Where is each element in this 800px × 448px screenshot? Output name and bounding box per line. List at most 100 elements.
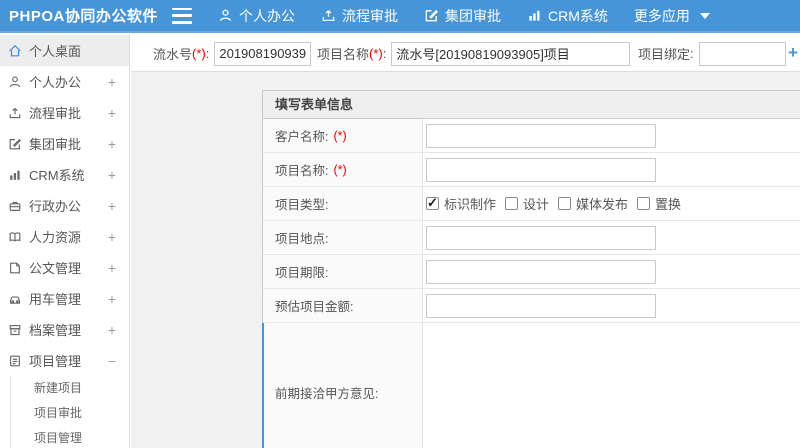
- submenu-item-new-project[interactable]: 新建项目: [11, 376, 129, 401]
- expand-toggle[interactable]: +: [108, 198, 116, 214]
- user-icon: [9, 76, 21, 87]
- car-icon: [10, 296, 20, 304]
- sidebar-item-official-docs[interactable]: 公文管理 +: [0, 252, 129, 283]
- upload-icon: [322, 10, 335, 22]
- caret-down-icon: [699, 12, 710, 19]
- project-name-field: 项目名称 (*):: [317, 35, 631, 72]
- expand-toggle[interactable]: +: [108, 260, 116, 276]
- sidebar-item-personal-office[interactable]: 个人办公 +: [0, 66, 129, 97]
- field-label: 项目期限:: [275, 266, 329, 280]
- nav-group-approval[interactable]: 集团审批: [424, 6, 501, 26]
- briefcase-icon: [9, 201, 21, 211]
- nav-label: 个人办公: [239, 7, 295, 24]
- bar-chart-icon: [529, 10, 540, 21]
- hamburger-menu-icon[interactable]: [172, 7, 192, 24]
- sidebar-item-project-mgmt[interactable]: 项目管理 −: [0, 345, 129, 376]
- checkbox-label: 媒体发布: [576, 197, 629, 212]
- form-row-estimated-amount: 预估项目金额:: [263, 289, 800, 323]
- user-icon: [219, 9, 232, 21]
- sidebar-item-crm-system[interactable]: CRM系统 +: [0, 159, 129, 190]
- sidebar-item-label: 档案管理: [29, 323, 82, 338]
- sidebar-item-workflow-approval[interactable]: 流程审批 +: [0, 97, 129, 128]
- form-section-title: 填写表单信息: [263, 91, 800, 119]
- sidebar-item-human-resources[interactable]: 人力资源 +: [0, 221, 129, 252]
- sidebar-item-label: 流程审批: [29, 106, 82, 121]
- nav-workflow-approval[interactable]: 流程审批: [321, 6, 398, 26]
- form-panel: 填写表单信息 客户名称: (*) 项目名称: (*) 项目类型: 标识制作 设计 媒…: [262, 90, 800, 448]
- pre-negotiation-opinion-textarea[interactable]: [425, 325, 800, 448]
- sidebar-item-vehicle-mgmt[interactable]: 用车管理 +: [0, 283, 129, 314]
- project-location-input[interactable]: [426, 225, 656, 250]
- sidebar-item-label: 公文管理: [29, 261, 82, 276]
- project-bind-field: 项目绑定:: [638, 35, 786, 72]
- checkbox-label: 设计: [523, 197, 550, 212]
- project-bind-label: 项目绑定: [638, 47, 691, 62]
- estimated-amount-input[interactable]: [426, 293, 656, 318]
- sidebar-item-group-approval[interactable]: 集团审批 +: [0, 128, 129, 159]
- checkbox-media-publish[interactable]: [558, 197, 572, 210]
- field-label: 前期接洽甲方意见:: [275, 386, 379, 401]
- project-duration-input[interactable]: [426, 259, 656, 284]
- sidebar-item-archive-mgmt[interactable]: 档案管理 +: [0, 314, 129, 345]
- nav-personal-office[interactable]: 个人办公: [218, 6, 295, 26]
- checkbox-label: 置换: [655, 197, 682, 212]
- nav-label: CRM系统: [548, 7, 608, 24]
- header-form-bar: 流水号(*): 项目名称(*): 项目绑定: +: [131, 35, 800, 72]
- expand-toggle[interactable]: +: [108, 74, 116, 90]
- top-bar: PHPOA协同办公软件 个人办公 流程审批 集团审批 CRM系统 更多应用: [0, 0, 800, 33]
- sidebar-item-label: 人力资源: [29, 230, 82, 245]
- expand-toggle[interactable]: +: [108, 167, 116, 183]
- clipboard-icon: [10, 355, 20, 366]
- nav-crm-system[interactable]: CRM系统: [527, 6, 608, 26]
- checkbox-label: 标识制作: [444, 197, 497, 212]
- archive-icon: [9, 324, 21, 335]
- project-bind-add-button[interactable]: +: [785, 43, 800, 63]
- submenu-item-project-mgmt[interactable]: 项目管理: [11, 426, 129, 448]
- colon: :: [205, 46, 210, 61]
- project-name-form-input[interactable]: [426, 157, 656, 182]
- expand-toggle[interactable]: +: [108, 291, 116, 307]
- checkbox-exchange[interactable]: [637, 197, 651, 210]
- serial-number-input[interactable]: [214, 41, 312, 66]
- nav-label: 集团审批: [445, 7, 501, 24]
- sidebar-item-admin-office[interactable]: 行政办公 +: [0, 190, 129, 221]
- nav-more-apps[interactable]: 更多应用: [634, 6, 710, 26]
- project-name-input[interactable]: [391, 41, 631, 66]
- book-icon: [9, 231, 21, 242]
- sidebar-item-personal-desktop[interactable]: 个人桌面: [0, 35, 129, 66]
- project-bind-input[interactable]: [698, 41, 786, 66]
- field-label: 项目类型:: [275, 198, 329, 212]
- field-label: 项目地点:: [275, 232, 329, 246]
- expand-toggle[interactable]: +: [108, 136, 116, 152]
- field-label: 客户名称:: [275, 130, 329, 144]
- main-content: 流水号(*): 项目名称(*): 项目绑定: + 填写表单信息 客户名称:(*)…: [131, 35, 800, 448]
- sidebar-item-label: 集团审批: [29, 137, 82, 152]
- project-type-options: 标识制作 设计 媒体发布 置换: [426, 194, 685, 213]
- checkbox-design[interactable]: [505, 197, 519, 210]
- form-row-project-duration: 项目期限:: [263, 255, 800, 289]
- expand-toggle[interactable]: +: [108, 229, 116, 245]
- sidebar-item-label: 用车管理: [29, 292, 82, 307]
- submenu-item-project-approval[interactable]: 项目审批: [11, 401, 129, 426]
- form-row-customer-name: 客户名称: (*): [263, 119, 800, 153]
- app-window: PHPOA协同办公软件 个人办公 流程审批 集团审批 CRM系统 更多应用 个人…: [0, 0, 800, 448]
- checkbox-sign-making[interactable]: [426, 195, 439, 211]
- bar-chart-icon: [10, 170, 20, 180]
- home-icon: [9, 44, 21, 56]
- project-name-label: 项目名称: [317, 47, 370, 62]
- sidebar-item-label: CRM系统: [29, 168, 85, 183]
- expand-toggle[interactable]: −: [108, 353, 116, 369]
- form-row-project-location: 项目地点:: [263, 221, 800, 255]
- required-mark: (*): [333, 162, 347, 177]
- sidebar-item-label: 项目管理: [29, 354, 82, 369]
- customer-name-input[interactable]: [426, 123, 656, 148]
- form-row-project-name: 项目名称: (*): [263, 153, 800, 187]
- edit-icon: [9, 138, 22, 149]
- field-label: 项目名称:: [275, 164, 329, 178]
- form-row-pre-negotiation-opinion: 前期接洽甲方意见:: [262, 323, 800, 448]
- document-icon: [10, 262, 20, 273]
- sidebar-item-label: 个人办公: [29, 75, 82, 90]
- expand-toggle[interactable]: +: [108, 105, 116, 121]
- expand-toggle[interactable]: +: [108, 322, 116, 338]
- serial-number-field: 流水号 (*):: [153, 35, 312, 72]
